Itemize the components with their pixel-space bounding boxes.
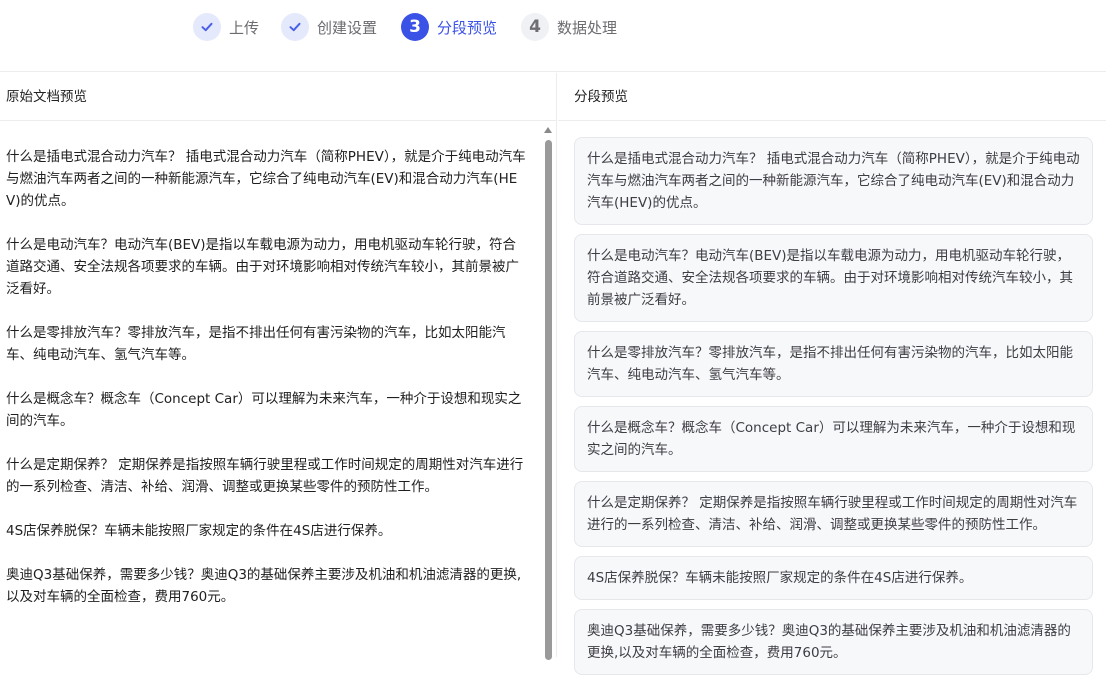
step-label: 创建设置 [317,18,378,37]
chunk-card[interactable]: 什么是定期保养？ 定期保养是指按照车辆行驶里程或工作时间规定的周期性对汽车进行的… [574,481,1093,547]
document-scrollbar[interactable] [540,122,556,660]
original-document-panel: 原始文档预览 什么是插电式混合动力汽车？ 插电式混合动力汽车（简称PHEV），就… [0,73,557,660]
document-paragraph: 什么是零排放汽车？零排放汽车，是指不排出任何有害污染物的汽车，比如太阳能汽车、纯… [6,325,506,363]
document-paragraph: 什么是插电式混合动力汽车？ 插电式混合动力汽车（简称PHEV），就是介于纯电动汽… [6,149,526,209]
stepper: 上传 创建设置 3 分段预览 4 数据处理 [0,0,1106,72]
scroll-thumb[interactable] [545,140,552,660]
chunk-card[interactable]: 什么是概念车？概念车（Concept Car）可以理解为未来汽车，一种介于设想和… [574,406,1093,472]
step-create-settings[interactable]: 创建设置 [281,12,377,42]
document-paragraph: 奥迪Q3基础保养，需要多少钱？奥迪Q3的基础保养主要涉及机油和机油滤清器的更换,… [6,567,522,605]
check-icon [193,13,221,41]
document-paragraph: 什么是定期保养？ 定期保养是指按照车辆行驶里程或工作时间规定的周期性对汽车进行的… [6,457,524,495]
document-paragraph: 什么是电动汽车？电动汽车(BEV)是指以车载电源为动力，用电机驱动车轮行驶，符合… [6,237,519,297]
chunk-card[interactable]: 什么是零排放汽车？零排放汽车，是指不排出任何有害污染物的汽车，比如太阳能汽车、纯… [574,331,1093,397]
chunk-card[interactable]: 什么是电动汽车？电动汽车(BEV)是指以车载电源为动力，用电机驱动车轮行驶，符合… [574,234,1093,322]
chunk-card[interactable]: 什么是插电式混合动力汽车？ 插电式混合动力汽车（简称PHEV），就是介于纯电动汽… [574,137,1093,225]
segment-preview-panel: 分段预览 什么是插电式混合动力汽车？ 插电式混合动力汽车（简称PHEV），就是介… [558,73,1106,675]
step-number: 4 [521,13,549,41]
document-content[interactable]: 什么是插电式混合动力汽车？ 插电式混合动力汽车（简称PHEV），就是介于纯电动汽… [0,122,540,657]
chunk-card[interactable]: 奥迪Q3基础保养，需要多少钱？奥迪Q3的基础保养主要涉及机油和机油滤清器的更换,… [574,609,1093,675]
step-number: 3 [401,13,429,41]
scroll-up-arrow-icon[interactable] [544,127,552,133]
document-paragraph: 什么是概念车？概念车（Concept Car）可以理解为未来汽车，一种介于设想和… [6,391,522,429]
panel-title: 分段预览 [558,73,1106,121]
panel-title: 原始文档预览 [0,73,556,121]
step-label: 分段预览 [437,18,498,37]
document-paragraph: 4S店保养脱保？车辆未能按照厂家规定的条件在4S店进行保养。 [6,523,392,539]
step-segment-preview[interactable]: 3 分段预览 [401,12,497,42]
chunk-list: 什么是插电式混合动力汽车？ 插电式混合动力汽车（简称PHEV），就是介于纯电动汽… [574,137,1093,684]
step-label: 上传 [229,18,260,37]
step-label: 数据处理 [557,18,618,37]
step-upload[interactable]: 上传 [193,12,259,42]
step-data-processing[interactable]: 4 数据处理 [521,12,617,42]
check-icon [281,13,309,41]
chunk-card[interactable]: 4S店保养脱保？车辆未能按照厂家规定的条件在4S店进行保养。 [574,556,1093,600]
